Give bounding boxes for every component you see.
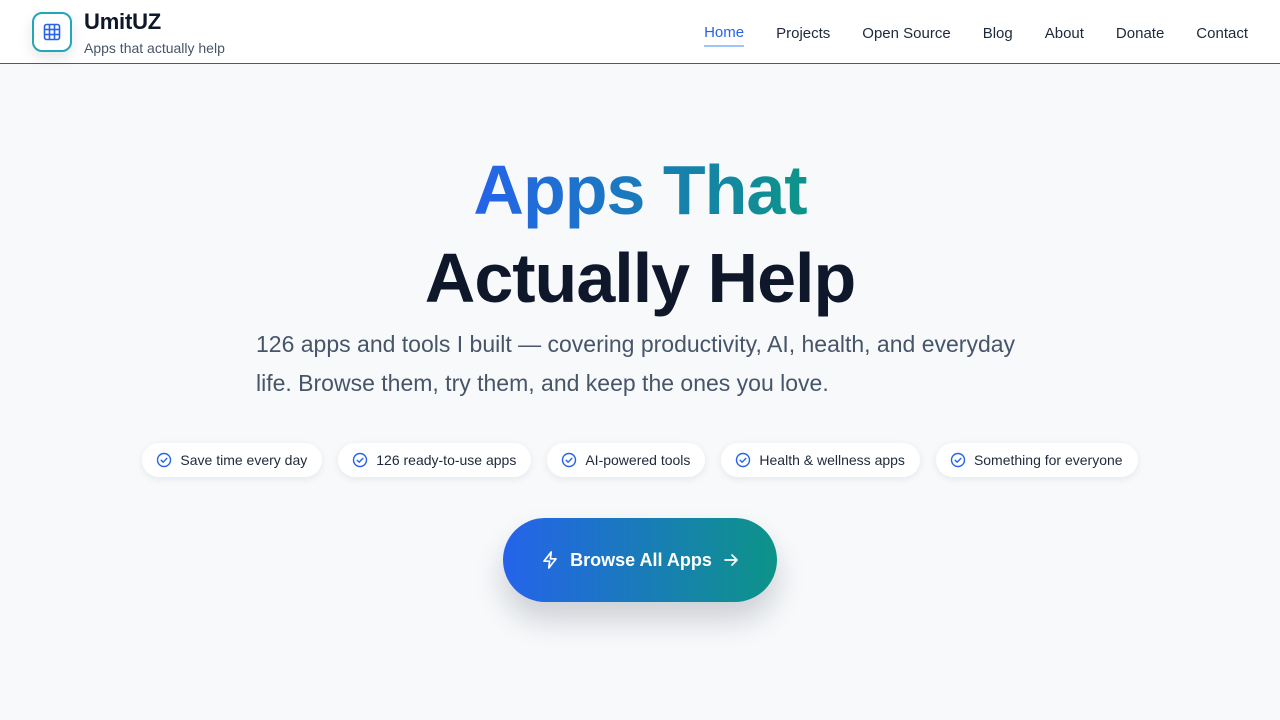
feature-pill-label: Health & wellness apps — [759, 452, 905, 468]
feature-pill-label: 126 ready-to-use apps — [376, 452, 517, 468]
browse-all-apps-label: Browse All Apps — [570, 549, 712, 570]
feature-pill: Something for everyone — [935, 443, 1138, 477]
lightning-icon — [540, 550, 560, 570]
feature-pill-label: Something for everyone — [973, 452, 1123, 468]
nav-item-donate[interactable]: Donate — [1116, 19, 1164, 46]
feature-pill: 126 ready-to-use apps — [338, 443, 532, 477]
logo[interactable] — [32, 12, 72, 52]
nav-item-about[interactable]: About — [1045, 19, 1084, 46]
feature-pill-label: Save time every day — [180, 452, 308, 468]
site-header: UmitUZ Apps that actually help Home Proj… — [0, 0, 1280, 64]
hero-subtitle: 126 apps and tools I built — covering pr… — [256, 331, 1016, 396]
arrow-right-icon — [722, 551, 740, 569]
feature-pill: Health & wellness apps — [721, 443, 920, 477]
nav-item-home[interactable]: Home — [704, 18, 745, 47]
browse-all-apps-button[interactable]: Browse All Apps — [503, 518, 777, 602]
feature-pill: Save time every day — [142, 443, 323, 477]
brand-tagline: Apps that actually help — [84, 40, 225, 56]
hero-title-line1: Apps That — [0, 150, 1280, 230]
nav-item-open-source[interactable]: Open Source — [862, 19, 950, 46]
main-nav: Home Projects Open Source Blog About Don… — [672, 0, 1248, 64]
check-circle-icon — [156, 452, 172, 468]
check-circle-icon — [352, 452, 368, 468]
hero-title-line2: Actually Help — [424, 239, 856, 317]
hero-title-gradient: Apps That — [473, 151, 807, 229]
brand-name[interactable]: UmitUZ — [84, 9, 161, 35]
nav-item-projects[interactable]: Projects — [776, 19, 830, 46]
feature-pill-label: AI-powered tools — [585, 452, 691, 468]
feature-pill: AI-powered tools — [547, 443, 706, 477]
feature-pills: Save time every day 126 ready-to-use app… — [0, 443, 1280, 477]
nav-item-blog[interactable]: Blog — [983, 19, 1013, 46]
check-circle-icon — [561, 452, 577, 468]
grid-icon — [43, 23, 61, 41]
check-circle-icon — [735, 452, 751, 468]
check-circle-icon — [950, 452, 966, 468]
nav-item-contact[interactable]: Contact — [1196, 19, 1248, 46]
